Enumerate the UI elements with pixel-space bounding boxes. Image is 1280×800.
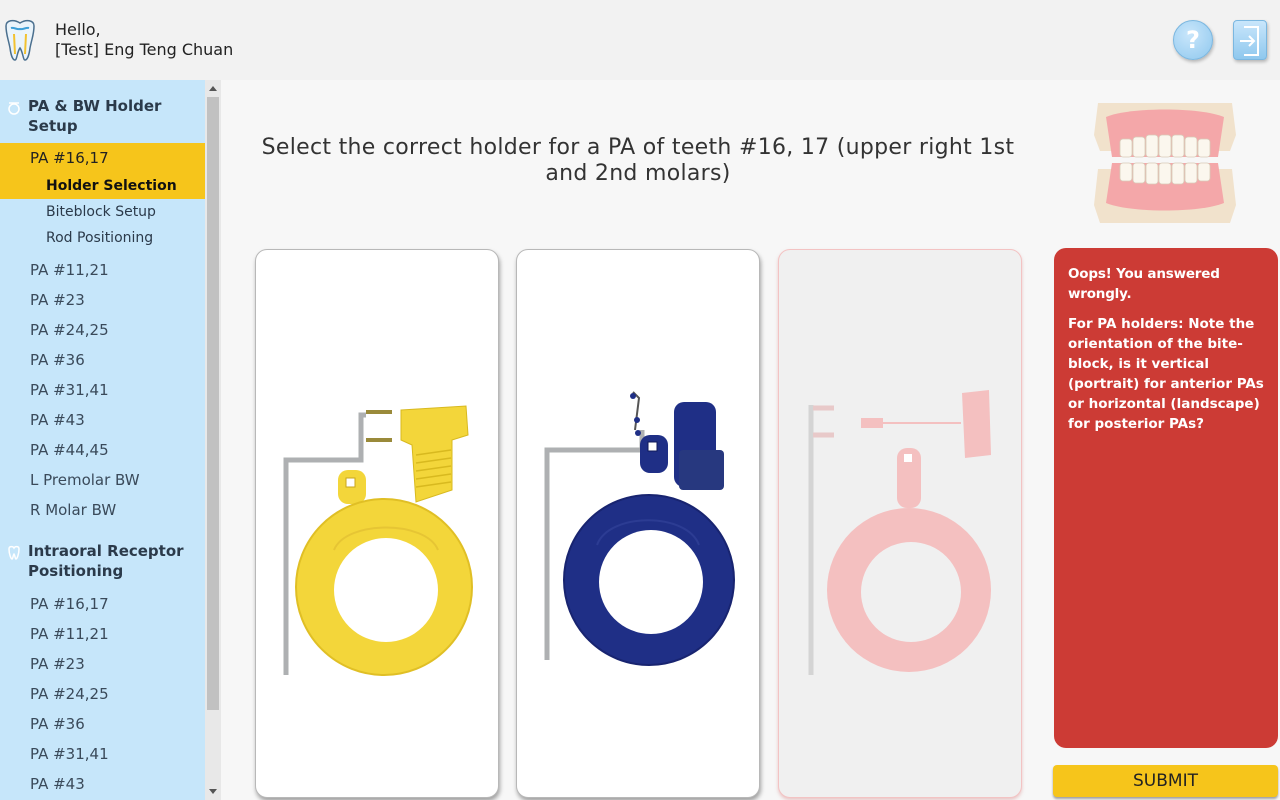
sidebar-item-pa-44-45[interactable]: PA #44,45 [0,435,205,465]
section-header-holder-setup[interactable]: PA & BW Holder Setup [0,80,205,136]
question-text: Select the correct holder for a PA of te… [261,135,1015,186]
sidebar-item-pa-16-17[interactable]: PA #16,17 [0,143,205,173]
section-header-receptor-positioning[interactable]: Intraoral Receptor Positioning [0,525,205,581]
submit-button[interactable]: SUBMIT [1053,765,1278,797]
scroll-down-arrow-icon[interactable] [209,789,217,794]
sidebar-item-pa-43[interactable]: PA #43 [0,405,205,435]
receptor-positioning-icon [8,545,20,560]
feedback-title: Oops! You answered wrongly. [1068,266,1220,302]
sidebar-item-receptor-pa-36[interactable]: PA #36 [0,709,205,739]
tooth-logo-icon [5,19,35,61]
user-greeting: Hello, [Test] Eng Teng Chuan [55,20,233,60]
sidebar-item-pa-24-25[interactable]: PA #24,25 [0,315,205,345]
logout-button[interactable] [1233,20,1267,60]
sidebar: PA & BW Holder Setup PA #16,17 Holder Se… [0,80,205,800]
question-mark-icon: ? [1186,26,1200,54]
feedback-body: For PA holders: Note the orientation of … [1068,316,1264,432]
sidebar-item-receptor-pa-16-17[interactable]: PA #16,17 [0,589,205,619]
sidebar-scrollbar[interactable] [205,80,221,800]
help-button[interactable]: ? [1173,20,1213,60]
feedback-panel: Oops! You answered wrongly. For PA holde… [1054,248,1278,748]
sidebar-item-l-premolar-bw[interactable]: L Premolar BW [0,465,205,495]
scroll-up-arrow-icon[interactable] [209,86,217,91]
sidebar-item-pa-31-41[interactable]: PA #31,41 [0,375,205,405]
sidebar-item-receptor-pa-23[interactable]: PA #23 [0,649,205,679]
greeting-line: Hello, [55,20,101,39]
holder-option-red-wrong[interactable] [778,249,1022,798]
user-name: [Test] Eng Teng Chuan [55,40,234,59]
logout-icon [1240,26,1259,56]
scrollbar-thumb[interactable] [207,97,219,710]
sidebar-item-receptor-pa-24-25[interactable]: PA #24,25 [0,679,205,709]
sidebar-item-receptor-pa-11-21[interactable]: PA #11,21 [0,619,205,649]
sidebar-item-receptor-pa-43[interactable]: PA #43 [0,769,205,799]
holder-setup-icon [8,102,20,115]
sidebar-subitem-biteblock-setup[interactable]: Biteblock Setup [0,199,205,225]
section-title: PA & BW Holder Setup [28,97,162,135]
sidebar-item-pa-36[interactable]: PA #36 [0,345,205,375]
sidebar-subitem-rod-positioning[interactable]: Rod Positioning [0,225,205,251]
blue-holder-image [544,391,735,666]
section-title: Intraoral Receptor Positioning [28,542,184,580]
sidebar-item-receptor-pa-31-41[interactable]: PA #31,41 [0,739,205,769]
sidebar-item-pa-23[interactable]: PA #23 [0,285,205,315]
app-header: Hello, [Test] Eng Teng Chuan ? [0,0,1280,80]
sidebar-subitem-holder-selection[interactable]: Holder Selection [0,173,205,199]
holder-option-yellow[interactable] [255,249,499,798]
red-holder-image [808,390,991,675]
dental-model-image [1094,103,1236,223]
sidebar-item-pa-11-21[interactable]: PA #11,21 [0,255,205,285]
holder-option-blue[interactable] [516,249,760,798]
yellow-holder-image [283,405,473,676]
sidebar-item-r-molar-bw[interactable]: R Molar BW [0,495,205,525]
